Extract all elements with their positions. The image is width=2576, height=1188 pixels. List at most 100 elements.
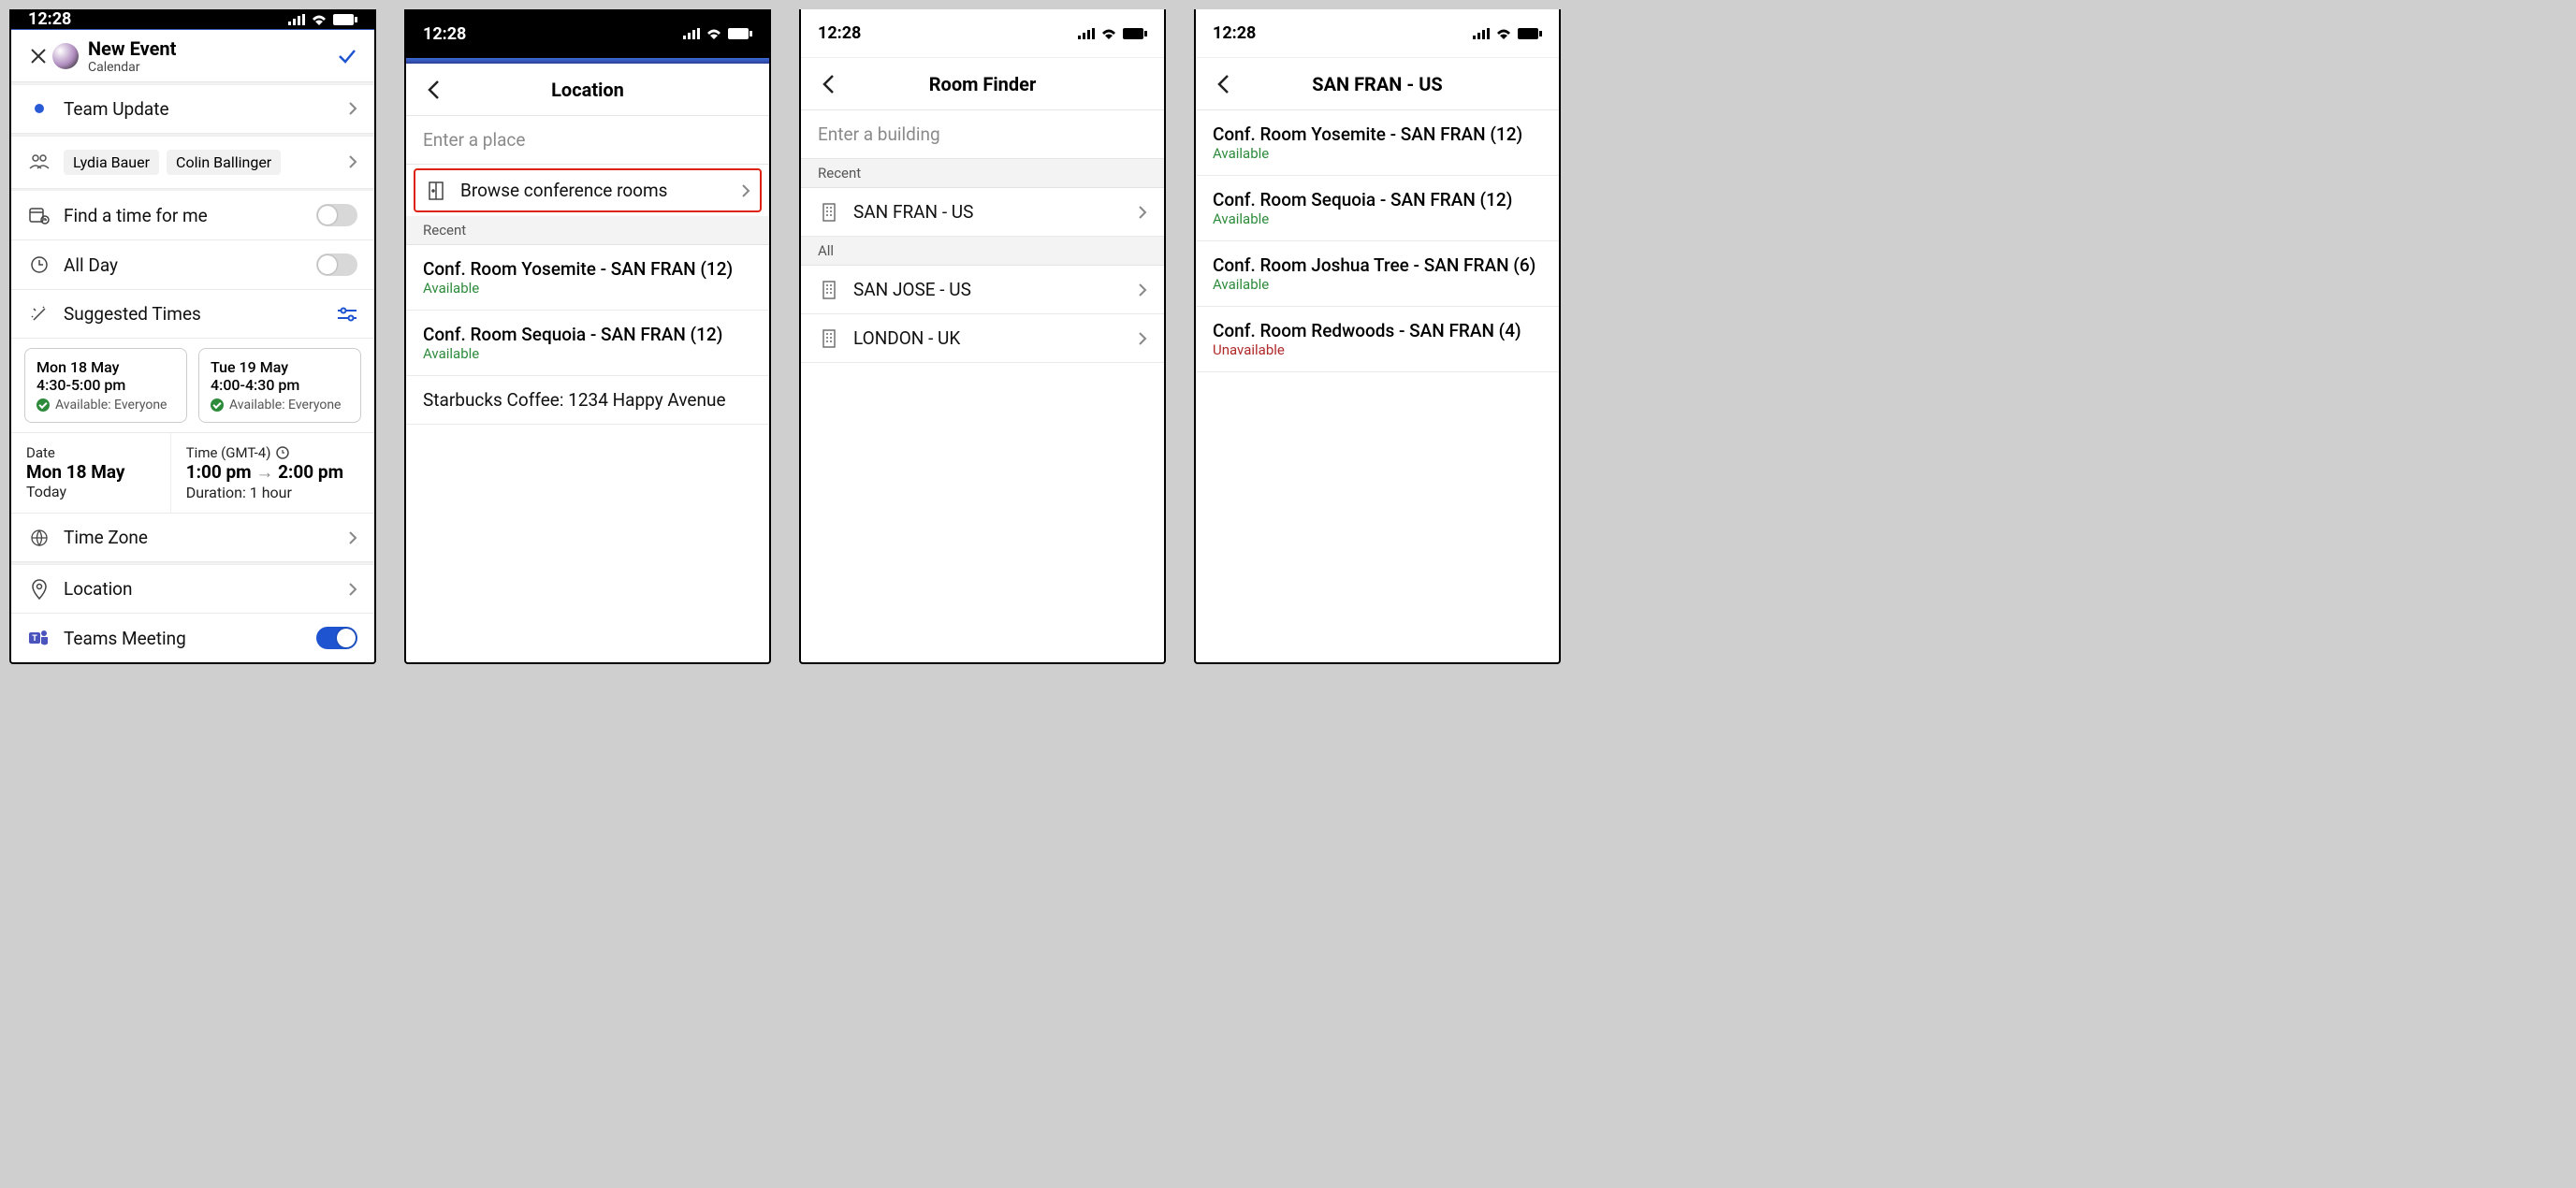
suggested-time-card[interactable]: Mon 18 May 4:30-5:00 pm Available: Every… [24, 348, 187, 423]
room-item[interactable]: Conf. Room Sequoia - SAN FRAN (12) Avail… [1196, 176, 1559, 241]
suggestion-time: 4:30-5:00 pm [36, 376, 175, 394]
place-input[interactable]: Enter a place [406, 116, 769, 165]
event-header: New Event Calendar [11, 30, 374, 82]
building-input[interactable]: Enter a building [801, 110, 1164, 159]
event-title-row[interactable]: Team Update [11, 85, 374, 134]
available-check-icon [36, 398, 50, 412]
teams-toggle[interactable] [316, 627, 357, 649]
attendee-chip[interactable]: Colin Ballinger [167, 150, 281, 175]
room-name: Conf. Room Yosemite - SAN FRAN (12) [423, 258, 752, 280]
room-item[interactable]: Conf. Room Yosemite - SAN FRAN (12) Avai… [1196, 110, 1559, 176]
screen-building-rooms: 12:28 SAN FRAN - US Conf. Room Yosemite … [1194, 9, 1561, 664]
all-day-row[interactable]: All Day [11, 240, 374, 290]
cellular-icon [1078, 28, 1095, 39]
room-name: Conf. Room Redwoods - SAN FRAN (4) [1213, 320, 1542, 341]
chevron-left-icon [1216, 74, 1230, 94]
chevron-right-icon [348, 582, 357, 597]
location-label: Location [64, 578, 335, 600]
suggestion-time: 4:00-4:30 pm [211, 376, 349, 394]
people-icon [28, 153, 51, 170]
wifi-icon [706, 28, 722, 39]
find-time-toggle[interactable] [316, 204, 357, 226]
location-pin-icon [28, 579, 51, 600]
status-time: 12:28 [818, 23, 861, 43]
screen-location: 12:28 Location Enter a place Browse conf… [404, 9, 771, 664]
room-item[interactable]: Conf. Room Redwoods - SAN FRAN (4) Unava… [1196, 307, 1559, 372]
building-name: SAN JOSE - US [853, 279, 1125, 300]
room-item[interactable]: Conf. Room Joshua Tree - SAN FRAN (6) Av… [1196, 241, 1559, 307]
find-time-row[interactable]: Find a time for me [11, 191, 374, 240]
battery-icon [728, 28, 752, 39]
time-label: Time (GMT-4) [186, 444, 271, 461]
timezone-row[interactable]: Time Zone [11, 514, 374, 562]
chevron-right-icon [348, 530, 357, 545]
chevron-right-icon [741, 183, 750, 198]
suggested-times-label: Suggested Times [64, 303, 324, 325]
save-button[interactable] [333, 42, 361, 70]
magic-wand-icon [28, 305, 51, 324]
teams-meeting-row[interactable]: T Teams Meeting [11, 614, 374, 662]
room-name: Conf. Room Sequoia - SAN FRAN (12) [1213, 189, 1542, 210]
close-button[interactable] [24, 42, 52, 70]
recent-header: Recent [801, 159, 1164, 188]
all-header: All [801, 237, 1164, 266]
close-icon [30, 48, 47, 65]
attendees-row[interactable]: Lydia Bauer Colin Ballinger [11, 137, 374, 189]
all-day-toggle[interactable] [316, 254, 357, 276]
location-row[interactable]: Location [11, 565, 374, 614]
date-time-block[interactable]: Date Mon 18 May Today Time (GMT-4) 1:00 … [11, 433, 374, 514]
back-button[interactable] [419, 76, 447, 104]
room-status: Available [1213, 210, 1542, 227]
status-time: 12:28 [28, 9, 71, 29]
battery-icon [333, 14, 357, 25]
room-status: Available [423, 280, 752, 297]
room-item[interactable]: Conf. Room Sequoia - SAN FRAN (12) Avail… [406, 311, 769, 376]
browse-rooms-label: Browse conference rooms [460, 180, 728, 201]
room-name: Conf. Room Joshua Tree - SAN FRAN (6) [1213, 254, 1542, 276]
room-status: Available [1213, 145, 1542, 162]
room-status: Unavailable [1213, 341, 1542, 358]
browse-rooms-row[interactable]: Browse conference rooms [414, 168, 762, 212]
find-time-label: Find a time for me [64, 205, 303, 226]
status-bar: 12:28 [406, 9, 769, 58]
sliders-icon[interactable] [337, 307, 357, 322]
chevron-right-icon [1138, 205, 1147, 220]
building-name: LONDON - UK [853, 327, 1125, 349]
room-finder-header: Room Finder [801, 58, 1164, 110]
clock-icon [28, 255, 51, 274]
screen-room-finder: 12:28 Room Finder Enter a building Recen… [799, 9, 1166, 664]
back-button[interactable] [814, 70, 842, 98]
suggestion-availability: Available: Everyone [55, 398, 167, 413]
place-name: Starbucks Coffee: 1234 Happy Avenue [423, 389, 752, 411]
suggested-times-row[interactable]: Suggested Times [11, 290, 374, 339]
wifi-icon [1100, 28, 1117, 39]
status-icons [288, 14, 357, 25]
building-icon [818, 202, 840, 223]
available-check-icon [211, 398, 224, 412]
cellular-icon [1473, 28, 1490, 39]
date-label: Date [26, 444, 155, 461]
event-title: Team Update [64, 98, 335, 120]
attendee-chip[interactable]: Lydia Bauer [64, 150, 159, 175]
header-title: Location [551, 79, 624, 101]
door-icon [425, 181, 447, 201]
place-item[interactable]: Starbucks Coffee: 1234 Happy Avenue [406, 376, 769, 425]
battery-icon [1123, 28, 1147, 39]
building-header: SAN FRAN - US [1196, 58, 1559, 110]
calendar-clock-icon [28, 206, 51, 225]
status-bar: 12:28 [1196, 9, 1559, 58]
chevron-right-icon [1138, 283, 1147, 297]
status-icons [683, 28, 752, 39]
location-header: Location [406, 64, 769, 116]
screen-new-event: 12:28 New Event Calendar Team Update [9, 9, 376, 664]
building-item[interactable]: SAN JOSE - US [801, 266, 1164, 314]
status-bar: 12:28 [11, 9, 374, 29]
suggested-time-card[interactable]: Tue 19 May 4:00-4:30 pm Available: Every… [198, 348, 361, 423]
room-item[interactable]: Conf. Room Yosemite - SAN FRAN (12) Avai… [406, 245, 769, 311]
building-item[interactable]: SAN FRAN - US [801, 188, 1164, 237]
building-icon [818, 328, 840, 349]
header-subtitle: Calendar [88, 60, 333, 75]
back-button[interactable] [1209, 70, 1237, 98]
header-title: SAN FRAN - US [1312, 73, 1443, 95]
building-item[interactable]: LONDON - UK [801, 314, 1164, 363]
